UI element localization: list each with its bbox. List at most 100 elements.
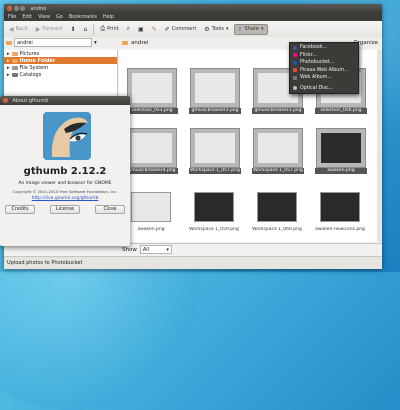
print-icon: ⎙ <box>100 25 106 32</box>
share-optical-disc[interactable]: Optical Disc... <box>290 85 358 93</box>
minimize-icon: – <box>15 6 17 11</box>
photobucket-icon <box>293 60 297 65</box>
facebook-icon <box>293 45 297 50</box>
tree-item-label: Catalogs <box>19 71 42 78</box>
share-flickr[interactable]: Flickr... <box>290 52 358 60</box>
thumbnail-image <box>195 133 235 163</box>
website-link[interactable]: http://live.gnome.org/gthumb <box>4 196 126 201</box>
about-buttons: Credits License Close <box>5 205 125 214</box>
menu-file[interactable]: File <box>8 14 16 20</box>
app-copyright: Copyright © 2001-2010 Free Software Foun… <box>12 189 118 194</box>
thumbnail[interactable]: Workspace 1_060.png <box>252 188 302 232</box>
edit-button[interactable]: ✎ <box>149 25 160 34</box>
share-facebook[interactable]: Facebook... <box>290 44 358 52</box>
thumbnail-image <box>194 192 234 222</box>
thumbnail-image <box>195 73 235 103</box>
web-album-icon <box>293 75 297 80</box>
thumbnail[interactable]: awoken.png <box>127 188 175 232</box>
maximize-icon: □ <box>20 6 25 11</box>
menu-item-label: Optical Disc... <box>300 85 334 91</box>
thumbnail-image <box>258 133 298 163</box>
picasa-icon <box>293 68 297 73</box>
credits-button[interactable]: Credits <box>5 205 35 214</box>
tree-item-label: Pictures <box>19 50 40 57</box>
tree-item-home-folder[interactable]: ▸ Home Folder <box>4 57 117 64</box>
fullscreen-button[interactable]: ▣ <box>135 25 147 34</box>
close-icon: × <box>8 6 11 11</box>
thumbnail[interactable]: Workspace 1_059.png <box>189 188 239 232</box>
chevron-down-icon: ▾ <box>166 246 169 253</box>
menu-help[interactable]: Help <box>103 14 114 20</box>
toolbar-separator <box>93 23 95 35</box>
home-icon: ⌂ <box>83 25 88 33</box>
expander-icon[interactable]: ▸ <box>7 51 10 57</box>
share-picasa[interactable]: Picasa Web Album... <box>290 67 358 75</box>
close-window-button[interactable]: × <box>7 6 12 11</box>
thumbnail[interactable]: gmusicbrowser3.png <box>189 68 241 114</box>
drive-icon <box>11 65 18 70</box>
menu-item-label: Picasa Web Album... <box>300 67 349 73</box>
location-combo[interactable]: andrei <box>14 38 92 47</box>
print-button[interactable]: ⎙ Print <box>97 24 121 34</box>
find-button[interactable]: ⌕ <box>124 24 133 34</box>
menu-bookmarks[interactable]: Bookmarks <box>69 14 97 20</box>
close-icon: × <box>4 98 7 103</box>
minimize-window-button[interactable]: – <box>13 6 19 11</box>
fullscreen-icon: ▣ <box>138 25 144 33</box>
about-dialog: × About gthumb gthumb 2.12.2 An image vi… <box>0 96 130 246</box>
share-web-album[interactable]: Web Album... <box>290 74 358 82</box>
about-title: About gthumb <box>12 97 49 104</box>
up-arrow-icon: ⬆ <box>70 25 76 33</box>
back-button[interactable]: ◀ Back <box>6 25 31 34</box>
thumbnail-image <box>257 192 297 222</box>
menu-view[interactable]: View <box>38 14 50 20</box>
vertical-scrollbar[interactable] <box>377 50 382 242</box>
close-dialog-button[interactable]: × <box>3 98 8 103</box>
thumbnail[interactable]: Workspace 1_057.png <box>252 128 304 174</box>
thumbnail-caption: gmusicbrowser4.png <box>126 168 178 174</box>
expander-icon[interactable]: ▸ <box>7 65 10 71</box>
tools-label: Tools <box>211 26 224 32</box>
tree-item-label: Home Folder <box>19 57 56 64</box>
up-button[interactable]: ⬆ <box>68 25 79 34</box>
menu-item-label: Photobucket... <box>300 60 335 66</box>
gear-icon: ⚙ <box>204 25 210 33</box>
thumbnail[interactable]: awoken-newicons.png <box>315 188 365 232</box>
expander-icon[interactable]: ▸ <box>7 58 10 64</box>
thumbnail[interactable]: awoken.png <box>315 128 367 174</box>
app-description: An image viewer and browser for GNOME <box>18 181 112 186</box>
share-button[interactable]: ⇪ Share ▾ <box>233 23 268 35</box>
maximize-window-button[interactable]: □ <box>20 6 25 11</box>
tools-button[interactable]: ⚙ Tools ▾ <box>201 25 231 34</box>
about-title-bar: × About gthumb <box>0 96 130 105</box>
app-name: gthumb 2.12.2 <box>23 166 107 177</box>
filter-value: All <box>142 246 150 253</box>
thumbnail[interactable]: Workspace 1_057.png <box>189 128 241 174</box>
thumbnail-caption: selection_053.png <box>126 108 178 114</box>
comment-label: Comment <box>171 26 197 32</box>
thumbnail-caption: Workspace 1_059.png <box>189 227 239 232</box>
expander-icon[interactable]: ▸ <box>7 72 10 78</box>
tree-item-file-system[interactable]: ▸ File System <box>4 64 117 71</box>
sidebar-location: andrei ▾ <box>4 38 116 47</box>
pencil-icon: ✐ <box>164 25 170 33</box>
thumbnail[interactable]: gmusicbrowser4.png <box>126 128 178 174</box>
license-button[interactable]: License <box>50 205 80 214</box>
forward-arrow-icon: ▶ <box>35 25 41 33</box>
close-button[interactable]: Close <box>95 205 125 214</box>
thumbnail[interactable]: selection_053.png <box>126 68 178 114</box>
tree-item-pictures[interactable]: ▸ Pictures <box>4 50 117 57</box>
tree-item-catalogs[interactable]: ▸ Catalogs <box>4 71 117 78</box>
menu-item-label: Flickr... <box>300 52 317 58</box>
filter-combo[interactable]: All ▾ <box>139 245 172 254</box>
home-button[interactable]: ⌂ <box>81 25 91 34</box>
thumbnail-caption: gmusicbrowser3.png <box>252 108 304 114</box>
comment-button[interactable]: ✐ Comment <box>162 25 200 34</box>
forward-button[interactable]: ▶ Forward <box>33 25 66 34</box>
menu-edit[interactable]: Edit <box>22 14 32 20</box>
share-photobucket[interactable]: Photobucket... <box>290 59 358 67</box>
menu-go[interactable]: Go <box>56 14 63 20</box>
thumbnail-caption: gmusicbrowser3.png <box>189 108 241 114</box>
share-icon: ⇪ <box>237 25 243 33</box>
chevron-down-icon[interactable]: ▾ <box>94 40 97 46</box>
